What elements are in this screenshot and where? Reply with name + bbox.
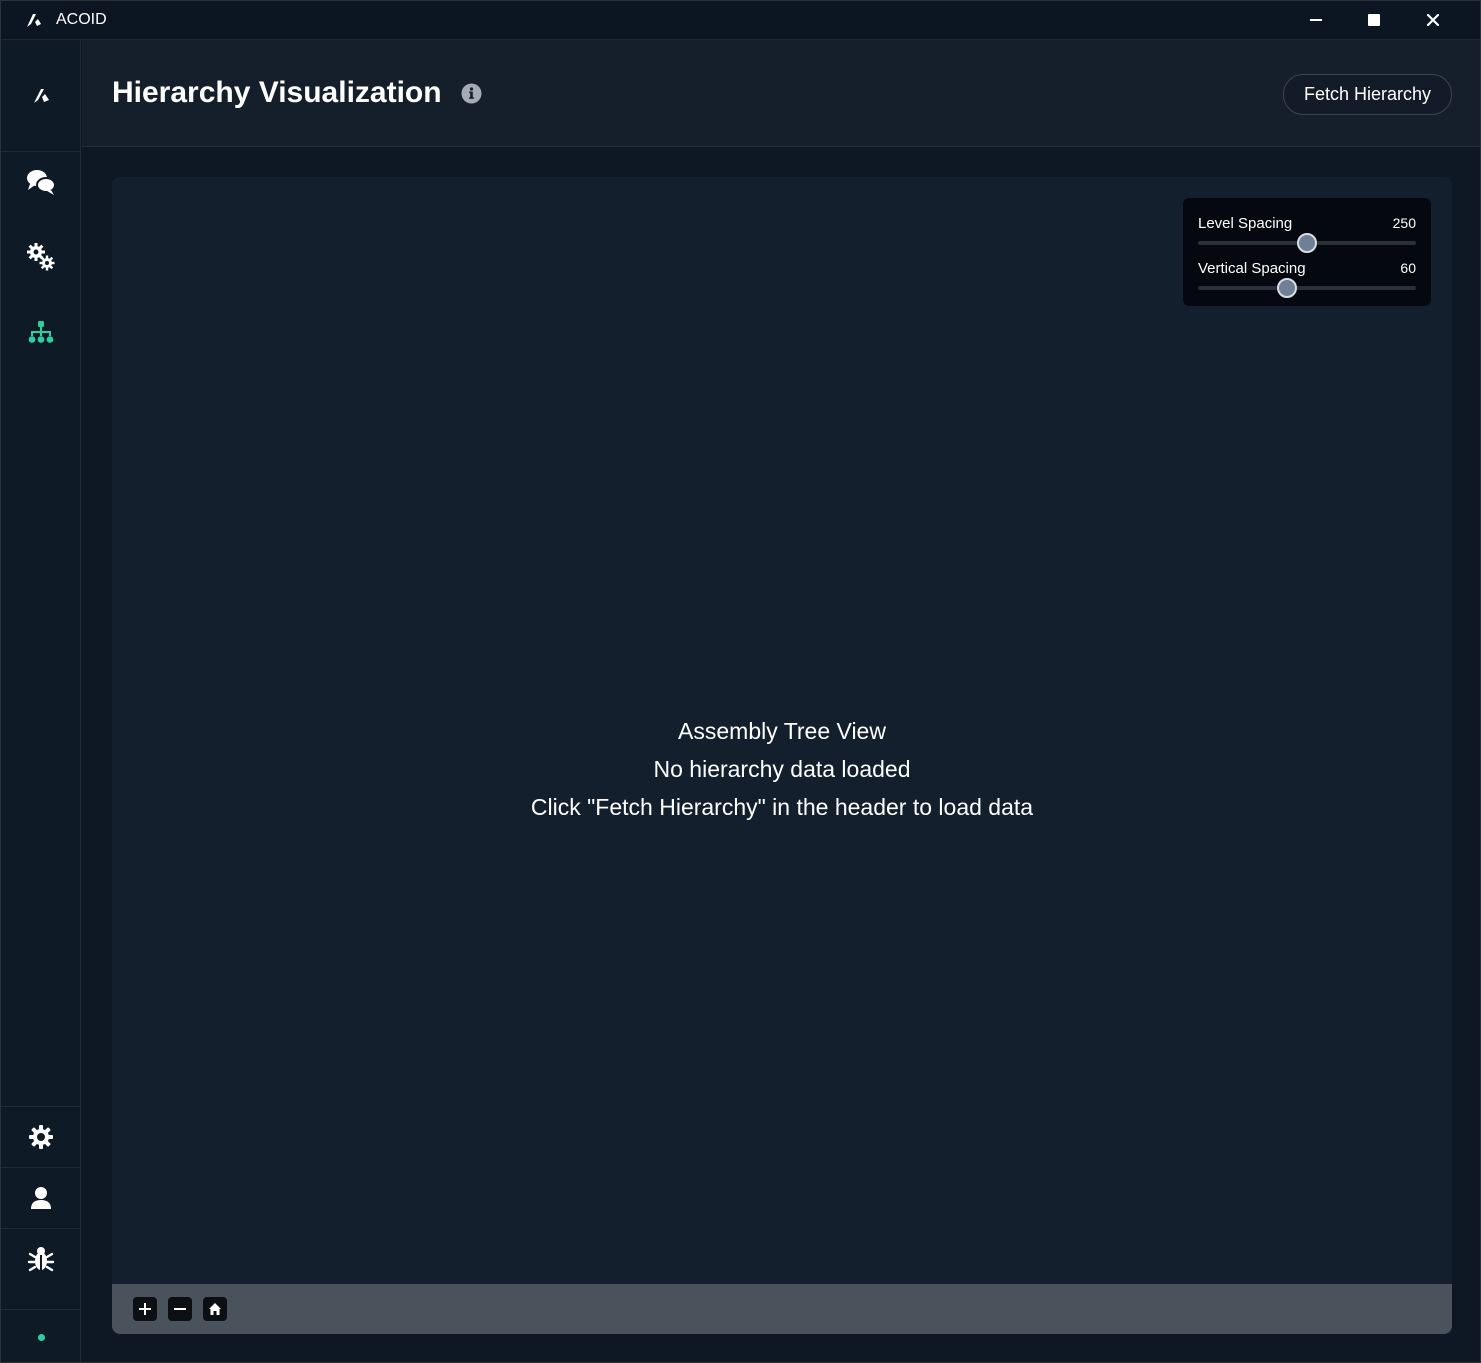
info-icon[interactable] [461,83,482,104]
page-header: Hierarchy Visualization Fetch Hierarchy [82,40,1480,147]
level-spacing-value: 250 [1392,215,1416,231]
level-spacing-slider[interactable] [1198,233,1416,253]
maximize-icon [1368,14,1380,26]
user-icon [31,1187,51,1209]
sidebar-item-automation[interactable] [1,227,81,287]
window-title: ACOID [56,11,107,28]
app-window: ACOID Hierarchy Visualization Fetch Hier… [0,0,1481,1363]
vertical-spacing-label: Vertical Spacing [1198,260,1306,277]
gears-icon [27,243,55,271]
bug-icon [27,1247,55,1272]
zoom-in-icon [139,1303,151,1315]
reset-view-button[interactable] [203,1297,227,1321]
spacing-controls: Level Spacing 250 Vertical Spacing 60 [1183,198,1431,306]
vertical-spacing-value: 60 [1400,260,1416,276]
minimize-button[interactable] [1287,1,1345,39]
empty-state-hint: Click "Fetch Hierarchy" in the header to… [530,794,1034,820]
vertical-spacing-thumb[interactable] [1277,278,1298,298]
minimize-icon [1310,19,1322,21]
level-spacing-label: Level Spacing [1198,215,1293,232]
vertical-spacing-slider[interactable] [1198,278,1416,298]
zoom-out-button[interactable] [168,1297,192,1321]
zoom-out-icon [174,1308,186,1310]
close-button[interactable] [1404,1,1462,39]
fetch-hierarchy-button[interactable]: Fetch Hierarchy [1283,74,1452,115]
empty-state-message: No hierarchy data loaded [653,756,911,782]
hierarchy-canvas[interactable]: Level Spacing 250 Vertical Spacing 60 As… [112,177,1452,1334]
sidebar [1,40,81,1362]
level-spacing-thumb[interactable] [1297,233,1317,253]
close-icon [1426,13,1440,27]
home-icon [209,1303,221,1315]
sidebar-item-home[interactable] [1,40,81,151]
sitemap-icon [28,321,54,343]
status-indicator [38,1334,45,1341]
sidebar-item-debug[interactable] [1,1229,81,1289]
sidebar-item-profile[interactable] [1,1168,81,1228]
page-title: Hierarchy Visualization [112,76,442,109]
sidebar-item-hierarchy[interactable] [1,302,81,362]
app-logo-icon [34,88,49,103]
empty-state: Assembly Tree View No hierarchy data loa… [112,712,1452,826]
title-bar: ACOID [1,1,1480,40]
maximize-button[interactable] [1345,1,1403,39]
canvas-toolbar [112,1284,1452,1334]
sidebar-item-chat[interactable] [1,152,81,212]
sidebar-item-settings[interactable] [1,1107,81,1167]
app-logo-icon [27,14,41,27]
gear-icon [29,1125,53,1149]
empty-state-title: Assembly Tree View [678,718,886,744]
zoom-in-button[interactable] [133,1297,157,1321]
chat-bubbles-icon [27,170,56,195]
